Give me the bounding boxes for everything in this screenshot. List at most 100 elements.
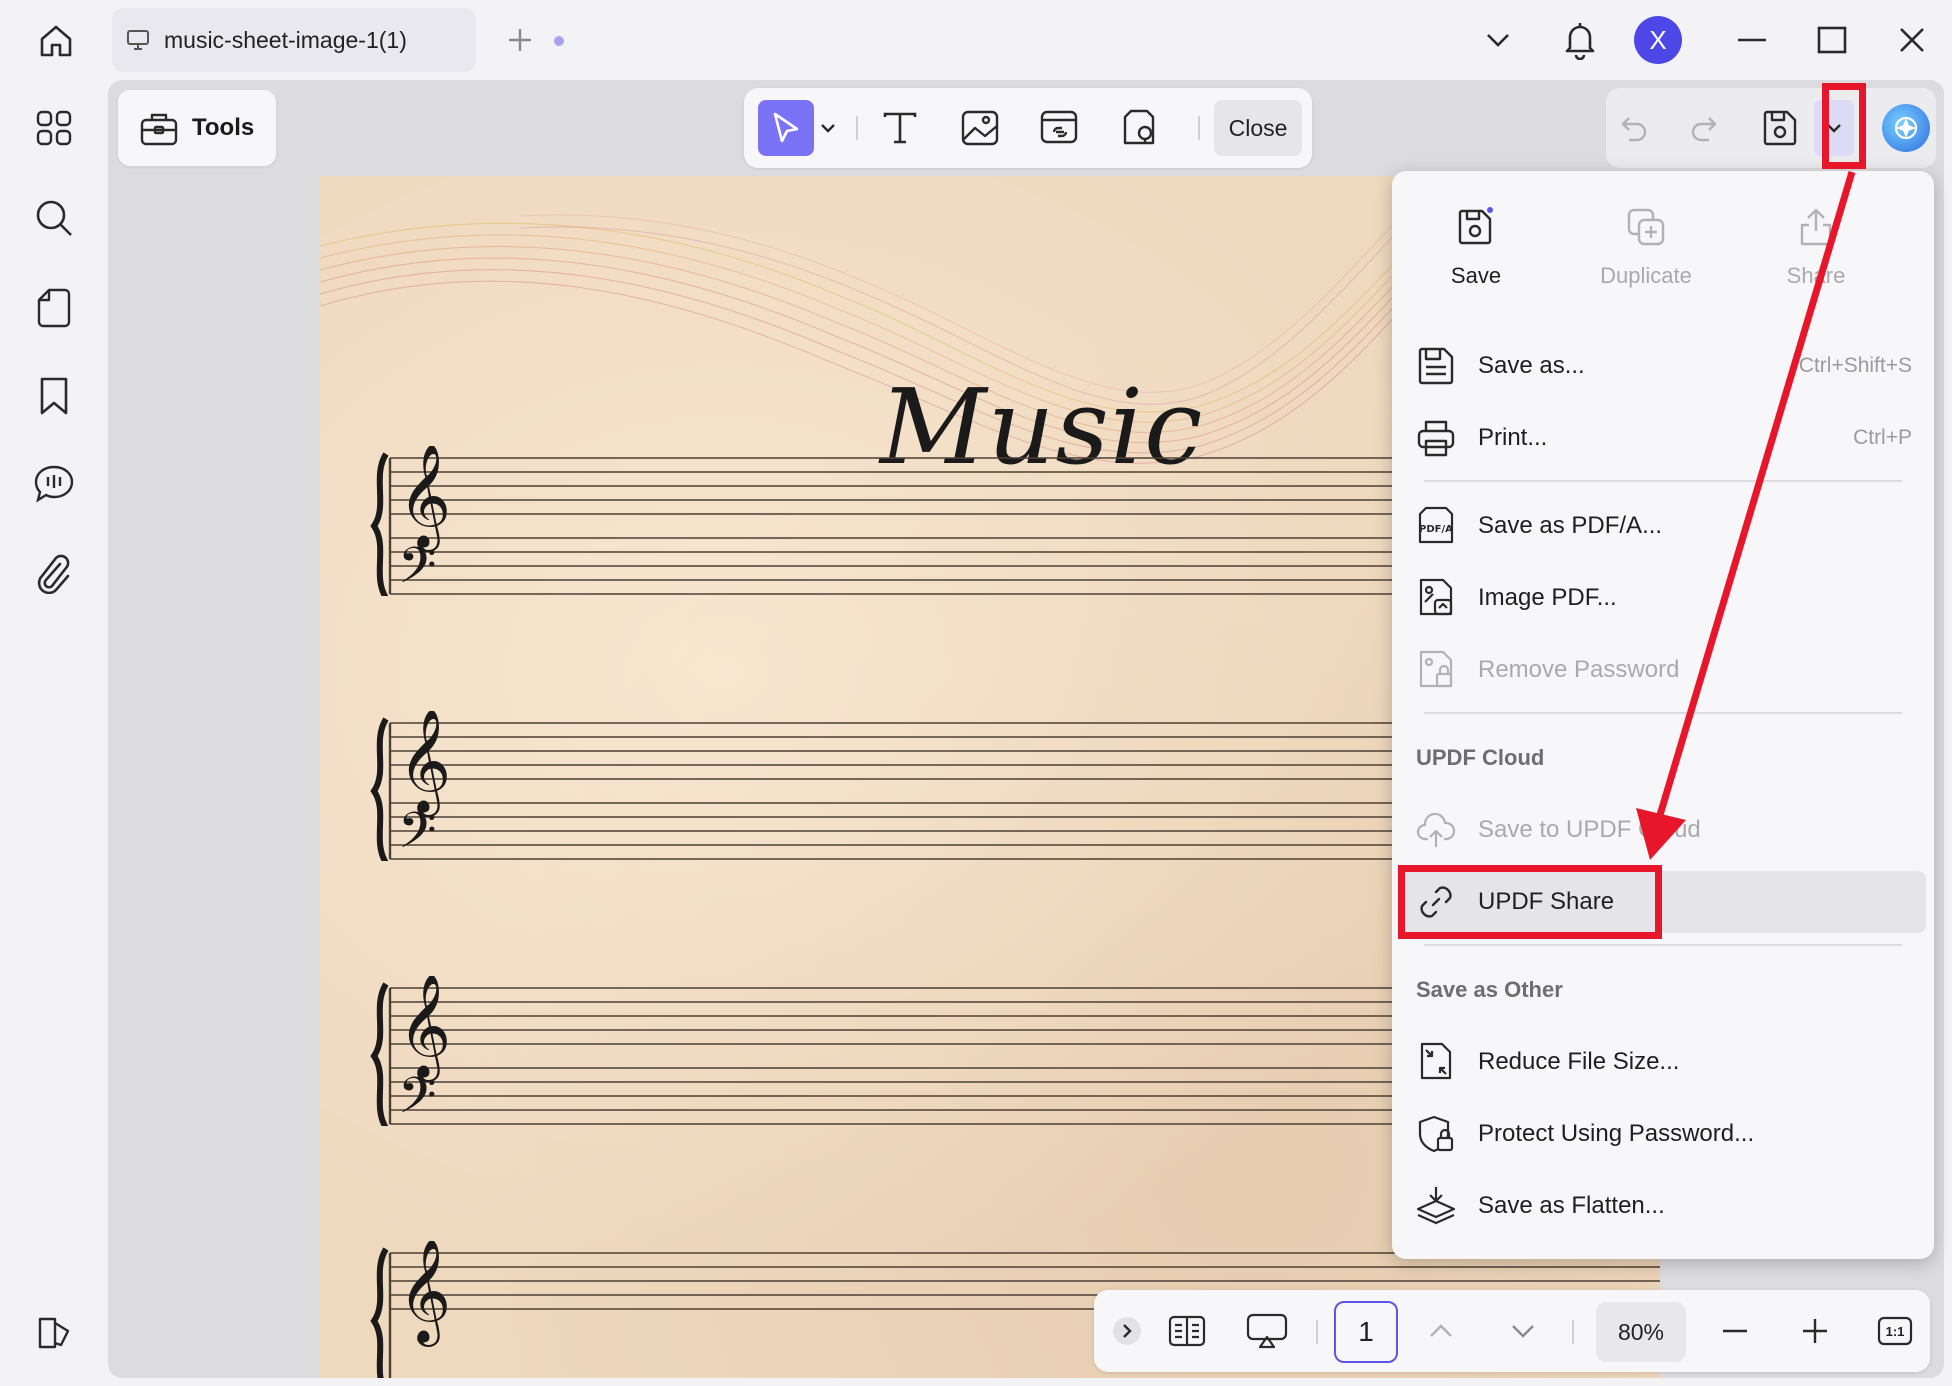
previous-page-icon[interactable]: [1416, 1306, 1466, 1356]
tools-label: Tools: [192, 114, 255, 141]
svg-text:𝄢: 𝄢: [398, 537, 437, 596]
avatar[interactable]: X: [1634, 16, 1682, 64]
menu-item-save-to-cloud[interactable]: Save to UPDF Cloud: [1400, 799, 1926, 861]
tools-button[interactable]: Tools: [118, 90, 276, 166]
page-number-input[interactable]: 1: [1334, 1301, 1398, 1363]
toolbar-divider: [1198, 116, 1200, 140]
menu-item-save-as-pdfa[interactable]: PDF/A Save as PDF/A...: [1400, 495, 1926, 557]
menu-item-label: Protect Using Password...: [1478, 1120, 1755, 1147]
pdfa-icon: PDF/A: [1414, 504, 1458, 548]
toolbox-icon: [140, 108, 180, 148]
section-title-save-as-other: Save as Other: [1416, 977, 1563, 1002]
chevron-down-icon[interactable]: [1472, 14, 1524, 66]
shortcut-label: Ctrl+Shift+S: [1798, 354, 1912, 377]
remove-password-icon: [1414, 648, 1458, 692]
undo-icon[interactable]: [1606, 100, 1662, 156]
duplicate-icon: [1624, 205, 1668, 249]
menu-item-label: Remove Password: [1478, 656, 1680, 683]
menu-item-reduce-file-size[interactable]: Reduce File Size...: [1400, 1031, 1926, 1093]
svg-text:𝄢: 𝄢: [398, 1067, 437, 1126]
maximize-icon[interactable]: [1806, 14, 1858, 66]
menu-item-label: Save as PDF/A...: [1478, 512, 1663, 539]
comment-icon[interactable]: [26, 456, 82, 512]
image-pdf-icon: [1414, 576, 1458, 620]
zoom-level[interactable]: 80%: [1596, 1302, 1686, 1362]
section-title-cloud: UPDF Cloud: [1416, 745, 1545, 770]
redo-icon[interactable]: [1676, 100, 1732, 156]
svg-text:PDF/A: PDF/A: [1419, 524, 1453, 535]
menu-item-image-pdf[interactable]: Image PDF...: [1400, 567, 1926, 629]
menu-divider: [1424, 480, 1902, 482]
flatten-icon: [1414, 1184, 1458, 1228]
menu-item-label: Save as...: [1478, 352, 1585, 379]
text-tool-icon[interactable]: [872, 100, 928, 156]
reduce-size-icon: [1414, 1040, 1458, 1084]
link-location-tool-icon[interactable]: [1112, 100, 1168, 156]
search-icon[interactable]: [26, 190, 82, 246]
menu-save-label: Save: [1450, 263, 1502, 288]
bell-icon[interactable]: [1552, 14, 1608, 66]
svg-text:𝄢: 𝄢: [398, 802, 437, 861]
unsaved-dot: [554, 36, 564, 46]
bookmark-icon[interactable]: [26, 368, 82, 424]
toolbar-divider: [856, 116, 858, 140]
save-as-icon: [1414, 344, 1458, 388]
save-dropdown-menu: Save Duplicate Share Save as... Ctrl+Shi…: [1392, 171, 1934, 1259]
menu-duplicate-label: Duplicate: [1600, 263, 1692, 288]
cloud-upload-icon: [1414, 808, 1458, 852]
menu-save-button[interactable]: Save: [1406, 205, 1546, 305]
select-tool-button[interactable]: [758, 100, 814, 156]
menu-duplicate-button[interactable]: Duplicate: [1576, 205, 1716, 305]
save-icon: [1454, 205, 1498, 249]
menu-item-label: Save as Flatten...: [1478, 1192, 1665, 1219]
menu-item-save-as[interactable]: Save as... Ctrl+Shift+S: [1400, 335, 1926, 397]
document-tab[interactable]: music-sheet-image-1(1): [112, 8, 564, 72]
menu-share-label: Share: [1786, 263, 1846, 288]
zoom-out-icon[interactable]: [1710, 1306, 1760, 1356]
menu-item-protect-password[interactable]: Protect Using Password...: [1400, 1103, 1926, 1165]
menu-item-remove-password[interactable]: Remove Password: [1400, 639, 1926, 701]
highlight-box-save-chevron: [1822, 83, 1866, 169]
menu-item-label: Image PDF...: [1478, 584, 1617, 611]
share-icon: [1794, 205, 1838, 249]
page-layout-icon[interactable]: [1162, 1306, 1212, 1356]
minimize-icon[interactable]: [1726, 14, 1778, 66]
toolbar-divider: [1572, 1320, 1574, 1344]
ai-assistant-icon[interactable]: [1882, 104, 1930, 152]
link-tool-icon[interactable]: [1032, 100, 1088, 156]
actual-size-button[interactable]: 1:1: [1870, 1306, 1920, 1356]
new-tab-plus-icon[interactable]: [500, 20, 540, 60]
shield-lock-icon: [1414, 1112, 1458, 1156]
title-bar: music-sheet-image-1(1) X: [0, 0, 1952, 80]
menu-item-label: Reduce File Size...: [1478, 1048, 1680, 1075]
menu-divider: [1424, 944, 1902, 946]
close-edit-button[interactable]: Close: [1214, 100, 1302, 156]
image-tool-icon[interactable]: [952, 100, 1008, 156]
menu-item-save-flatten[interactable]: Save as Flatten...: [1400, 1175, 1926, 1237]
home-icon[interactable]: [26, 16, 86, 66]
menu-item-label: Print...: [1478, 424, 1548, 451]
menu-item-print[interactable]: Print... Ctrl+P: [1400, 407, 1926, 469]
expand-bar-icon[interactable]: [1102, 1306, 1152, 1356]
left-sidebar: [0, 80, 108, 1386]
next-page-icon[interactable]: [1498, 1306, 1548, 1356]
zoom-in-icon[interactable]: [1790, 1306, 1840, 1356]
thumbnails-icon[interactable]: [26, 100, 82, 156]
presentation-icon[interactable]: [1242, 1306, 1292, 1356]
layers-icon[interactable]: [26, 1304, 82, 1360]
actual-size-label: 1:1: [1885, 1323, 1905, 1339]
menu-item-label: Save to UPDF Cloud: [1478, 816, 1701, 843]
select-tool-chevron-icon[interactable]: [814, 100, 842, 156]
menu-share-button[interactable]: Share: [1746, 205, 1886, 305]
page-navigation-bar: 1 80% 1:1: [1094, 1290, 1930, 1372]
attachment-icon[interactable]: [26, 546, 82, 602]
monitor-icon: [126, 26, 154, 54]
edit-toolbar: Close: [744, 88, 1312, 168]
highlight-box-updf-share: [1398, 865, 1662, 939]
page-icon[interactable]: [26, 280, 82, 336]
document-tab-title: music-sheet-image-1(1): [164, 26, 407, 53]
menu-divider: [1424, 712, 1902, 714]
close-window-icon[interactable]: [1886, 14, 1938, 66]
toolbar-divider: [1316, 1320, 1318, 1344]
save-file-icon[interactable]: [1752, 100, 1808, 156]
